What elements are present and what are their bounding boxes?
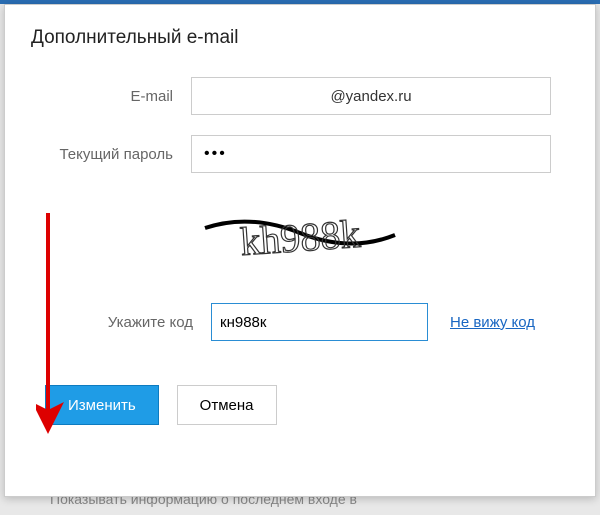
refresh-captcha-link[interactable]: Не вижу код [450,314,535,331]
password-label: Текущий пароль [31,146,191,163]
email-row: E-mail [31,77,569,115]
captcha-code-field[interactable] [211,303,428,341]
svg-text:kh988k: kh988k [239,211,362,264]
additional-email-modal: Дополнительный e-mail E-mail Текущий пар… [4,4,596,497]
code-row: Укажите код Не вижу код [31,303,569,341]
modal-title: Дополнительный e-mail [31,27,569,49]
code-label: Укажите код [31,314,211,331]
password-row: Текущий пароль ••• [31,135,569,173]
email-label: E-mail [31,88,191,105]
password-field[interactable]: ••• [191,135,551,173]
button-row: Изменить Отмена [31,385,569,425]
captcha-row: kh988k [31,193,569,273]
submit-button[interactable]: Изменить [45,385,159,425]
cancel-button[interactable]: Отмена [177,385,277,425]
email-field[interactable] [191,77,551,115]
captcha-image: kh988k [200,193,400,273]
